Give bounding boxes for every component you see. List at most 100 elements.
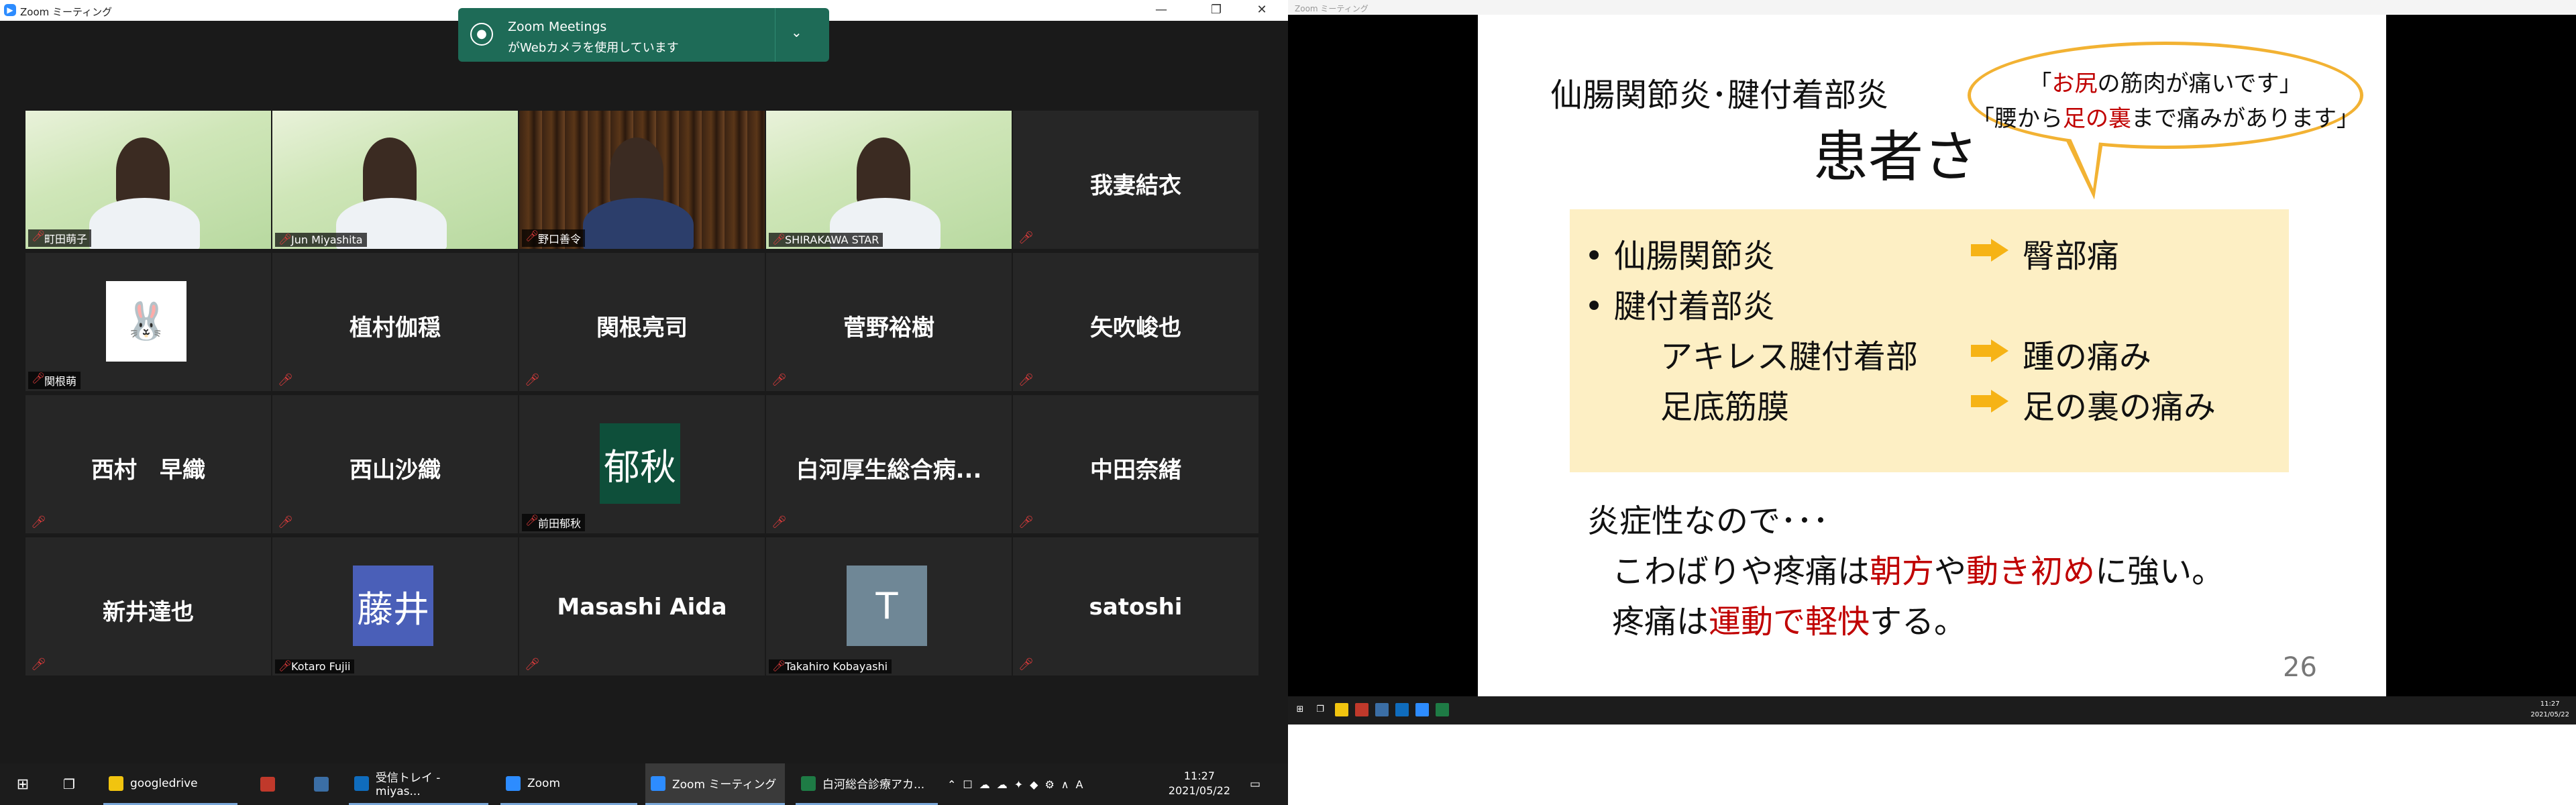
app-icon — [314, 777, 329, 792]
notification-center-button[interactable]: ▭ — [1245, 763, 1265, 805]
participant-name: 矢吹峻也 — [1090, 315, 1181, 341]
participant-name-label: 🎤︎ Jun Miyashita — [275, 233, 367, 247]
folder-icon[interactable] — [1335, 703, 1348, 716]
taskbar-item[interactable] — [255, 763, 295, 805]
participant-figure — [857, 138, 910, 205]
participant-name-label: 🎤︎ 野口善令 — [522, 229, 586, 247]
outlook-icon[interactable] — [1395, 703, 1409, 716]
camera-in-use-notification[interactable]: ● Zoom Meetings がWebカメラを使用しています ⌄ — [458, 8, 829, 62]
participant-name-label: 🎤︎ 町田萌子 — [28, 229, 92, 247]
presentation-slide: 仙腸関節炎･腱付着部炎 患者さ 「お尻の筋肉が痛いです」 「腰から足の裏まで痛み… — [1478, 15, 2386, 696]
mic-muted-icon: 🎤︎ — [772, 233, 786, 246]
participant-tile[interactable]: 白河厚生総合病... 🎤︎ — [766, 395, 1012, 533]
participant-name: 野口善令 — [538, 233, 582, 246]
taskbar-item[interactable]: Zoom — [500, 763, 637, 805]
close-button[interactable]: ✕ — [1242, 0, 1281, 21]
participant-tile[interactable]: 中田奈緒 🎤︎ — [1013, 395, 1258, 533]
app-icon — [260, 777, 275, 792]
slide-subtitle: 仙腸関節炎･腱付着部炎 — [1550, 76, 1889, 114]
browser-icon[interactable] — [1375, 703, 1389, 716]
participant-tile[interactable]: 矢吹峻也 🎤︎ — [1013, 253, 1258, 391]
participant-tile[interactable]: 関根亮司 🎤︎ — [519, 253, 765, 391]
box-item-result: 足の裏の痛み — [2023, 388, 2216, 426]
taskbar-item[interactable]: 受信トレイ - miyas... — [349, 763, 488, 805]
participant-tile[interactable]: 🎤︎ Jun Miyashita — [272, 111, 518, 249]
participant-name: 西山沙織 — [350, 457, 441, 484]
participant-tile[interactable]: 🎤︎ 町田萌子 — [25, 111, 271, 249]
participant-tile[interactable]: Masashi Aida 🎤︎ — [519, 537, 765, 676]
right-clock[interactable]: 11:27 2021/05/22 — [2530, 699, 2569, 720]
clock-time: 11:27 — [1183, 769, 1215, 782]
participant-figure — [363, 138, 417, 205]
taskbar-item[interactable]: 白河総合診療アカ... — [796, 763, 938, 805]
camera-icon: ● — [470, 23, 493, 46]
participant-name: Masashi Aida — [557, 594, 727, 621]
participant-tile[interactable]: 植村伽穏 🎤︎ — [272, 253, 518, 391]
participant-tile[interactable]: 郁秋 🎤︎ 前田郁秋 — [519, 395, 765, 533]
participant-tile[interactable]: 🎤︎ 野口善令 — [519, 111, 765, 249]
restore-button[interactable]: ❐ — [1197, 0, 1236, 21]
box-item-label: 足底筋膜 — [1660, 388, 1790, 426]
chevron-down-icon[interactable]: ⌄ — [791, 24, 802, 40]
mic-muted-icon: 🎤︎ — [525, 373, 540, 387]
body-line-1: 炎症性なので･･･ — [1587, 502, 1829, 540]
taskbar-item-label: 白河総合診療アカ... — [822, 778, 925, 792]
participant-name: 西村 早織 — [91, 457, 205, 484]
participant-name: Jun Miyashita — [291, 233, 363, 246]
taskbar: ⊞ ❐ googledrive 受信トレイ - miyas... Zoom Zoom … — [0, 763, 1288, 805]
app-icon[interactable] — [1355, 703, 1368, 716]
taskbar-item[interactable]: googledrive — [103, 763, 237, 805]
app-icon — [506, 775, 521, 791]
mic-muted-icon: 🎤︎ — [31, 657, 46, 672]
arrow-right-icon — [1971, 390, 2008, 413]
taskbar-item-label: googledrive — [130, 776, 198, 790]
participant-name: 菅野裕樹 — [843, 315, 934, 341]
participant-tile[interactable]: 西村 早織 🎤︎ — [25, 395, 271, 533]
task-view-button[interactable]: ❐ — [59, 763, 79, 805]
share-window-title: Zoom ミーティング — [1295, 4, 1368, 13]
participant-name: Kotaro Fujii — [291, 660, 351, 673]
share-window-titlebar[interactable]: Zoom ミーティング — [1288, 0, 2576, 15]
participant-tile[interactable]: satoshi 🎤︎ — [1013, 537, 1258, 676]
task-view-icon[interactable]: ❐ — [1313, 703, 1327, 716]
participant-avatar: 藤井 — [353, 566, 433, 646]
participant-name: 新井達也 — [103, 599, 194, 626]
zoom-icon[interactable] — [1415, 703, 1429, 716]
taskbar-item[interactable]: Zoom ミーティング — [645, 763, 785, 805]
participant-tile[interactable]: 🐰 🎤︎ 関根萌 — [25, 253, 271, 391]
participant-tile[interactable]: 我妻結衣 🎤︎ — [1013, 111, 1258, 249]
app-icon — [651, 775, 665, 791]
minimize-button[interactable]: — — [1142, 0, 1181, 21]
mic-muted-icon: 🎤︎ — [1018, 373, 1034, 387]
right-taskbar: ⊞ ❐ 11:27 2021/05/22 — [1288, 696, 2576, 724]
notification-message: がWebカメラを使用しています — [508, 41, 679, 55]
participant-tile[interactable]: 🎤︎ SHIRAKAWA STAR — [766, 111, 1012, 249]
participant-name-label: 🎤︎ SHIRAKAWA STAR — [769, 233, 883, 247]
taskbar-item[interactable] — [309, 763, 335, 805]
mic-muted-icon: 🎤︎ — [278, 515, 293, 529]
excel-icon[interactable] — [1436, 703, 1449, 716]
mic-muted-icon: 🎤︎ — [1018, 515, 1034, 529]
avatar-text: 郁秋 — [604, 445, 676, 488]
taskbar-item-label: Zoom — [527, 776, 561, 790]
right-clock-time: 11:27 — [2540, 700, 2560, 708]
clock[interactable]: 11:27 2021/05/22 — [1169, 769, 1230, 798]
system-tray[interactable]: ⌃☐☁☁✦◆⚙∧A — [947, 763, 1148, 805]
mic-muted-icon: 🎤︎ — [1018, 657, 1034, 672]
mic-muted-icon: 🎤︎ — [32, 229, 46, 242]
participant-video — [25, 111, 271, 249]
participant-tile[interactable]: 西山沙織 🎤︎ — [272, 395, 518, 533]
participant-tile[interactable]: T 🎤︎ Takahiro Kobayashi — [766, 537, 1012, 676]
right-clock-date: 2021/05/22 — [2530, 711, 2569, 718]
mic-muted-icon: 🎤︎ — [525, 657, 540, 672]
participant-tile[interactable]: 菅野裕樹 🎤︎ — [766, 253, 1012, 391]
windows-icon[interactable]: ⊞ — [1293, 703, 1307, 716]
participant-name-label: 🎤︎ 関根萌 — [28, 372, 81, 389]
mic-muted-icon: 🎤︎ — [278, 373, 293, 387]
participant-video — [766, 111, 1012, 249]
participant-name-label: 🎤︎ Kotaro Fujii — [275, 659, 355, 674]
participant-tile[interactable]: 藤井 🎤︎ Kotaro Fujii — [272, 537, 518, 676]
participant-tile[interactable]: 新井達也 🎤︎ — [25, 537, 271, 676]
windows-start-button[interactable]: ⊞ — [9, 763, 36, 805]
participant-avatar: 郁秋 — [600, 423, 680, 504]
